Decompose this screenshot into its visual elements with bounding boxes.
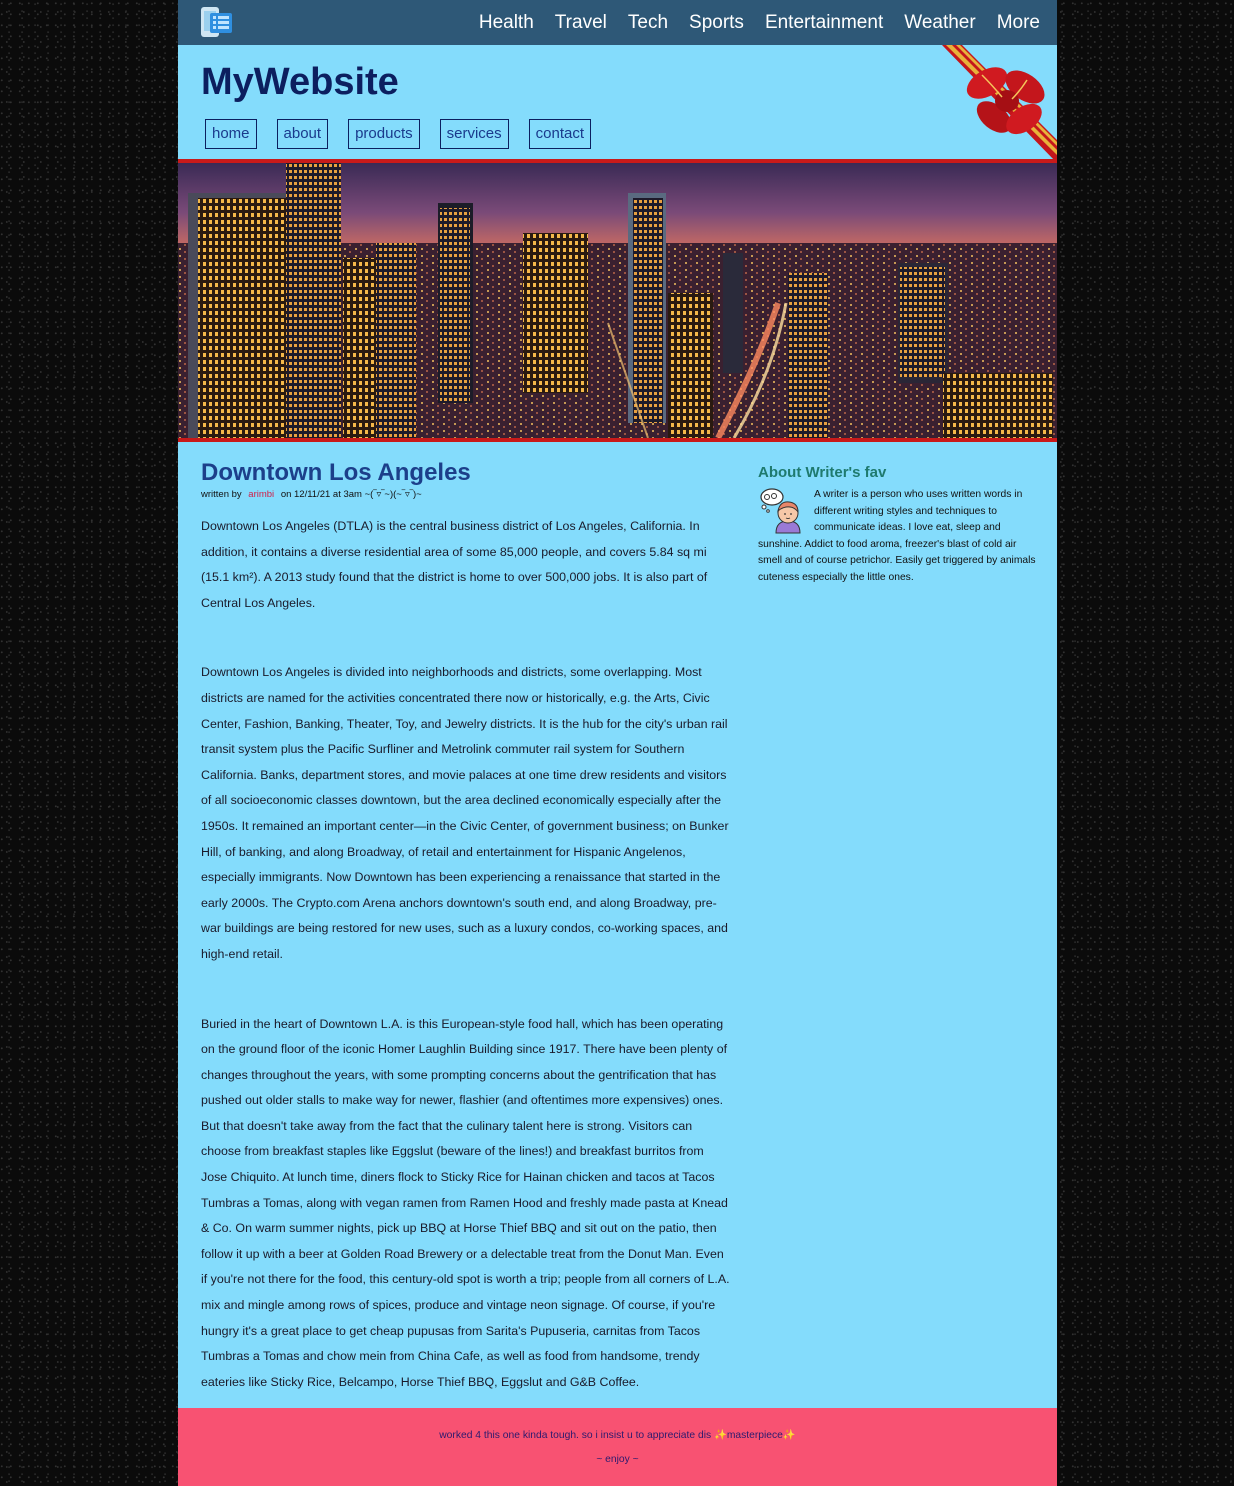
phone-list-logo-icon[interactable] bbox=[200, 5, 234, 39]
article-paragraph: Buried in the heart of Downtown L.A. is … bbox=[201, 1016, 730, 1389]
article-title: Downtown Los Angeles bbox=[201, 459, 471, 486]
top-bar: Health Travel Tech Sports Entertainment … bbox=[178, 0, 1057, 45]
topnav-sports[interactable]: Sports bbox=[689, 12, 744, 34]
article: Downtown Los Angeles written by arimbi o… bbox=[201, 459, 731, 1395]
site-header: MyWebsite home about products services c… bbox=[178, 45, 1057, 163]
page: Health Travel Tech Sports Entertainment … bbox=[178, 0, 1057, 1486]
sidebar: About Writer's fav A writer is a person … bbox=[758, 464, 1036, 586]
topnav-travel[interactable]: Travel bbox=[555, 12, 607, 34]
gift-bow-ribbon-icon bbox=[942, 45, 1057, 163]
nav-contact[interactable]: contact bbox=[528, 119, 592, 149]
article-paragraph: Downtown Los Angeles is divided into nei… bbox=[201, 665, 729, 961]
author-link[interactable]: arimbi bbox=[248, 489, 274, 500]
topnav-health[interactable]: Health bbox=[479, 12, 534, 34]
sidebar-heading: About Writer's fav bbox=[758, 464, 887, 481]
byline-date: on 12/11/21 at 3am ~(‾▿‾~)(~‾▿‾)~ bbox=[280, 489, 422, 500]
nav-about[interactable]: about bbox=[276, 119, 329, 149]
footer-enjoy: ~ enjoy ~ bbox=[596, 1454, 639, 1465]
topnav-entertainment[interactable]: Entertainment bbox=[765, 12, 883, 34]
nav-services[interactable]: services bbox=[439, 119, 509, 149]
main-nav: home about products services contact bbox=[205, 119, 611, 149]
city-skyline-image bbox=[178, 163, 1057, 438]
topnav-tech[interactable]: Tech bbox=[628, 12, 668, 34]
article-paragraph: Downtown Los Angeles (DTLA) is the centr… bbox=[201, 519, 708, 610]
footer-message: worked 4 this one kinda tough. so i insi… bbox=[439, 1430, 796, 1441]
byline-prefix: written by bbox=[201, 489, 242, 500]
byline: written by arimbi on 12/11/21 at 3am ~(‾… bbox=[201, 489, 731, 500]
top-nav: Health Travel Tech Sports Entertainment … bbox=[479, 0, 1057, 45]
hero-image bbox=[178, 159, 1057, 442]
nav-products[interactable]: products bbox=[348, 119, 420, 149]
thinking-girl-icon bbox=[760, 488, 801, 534]
topnav-weather[interactable]: Weather bbox=[904, 12, 975, 34]
writer-bio: A writer is a person who uses written wo… bbox=[758, 487, 1036, 586]
nav-home[interactable]: home bbox=[205, 119, 257, 149]
topnav-more[interactable]: More bbox=[997, 12, 1040, 34]
site-title[interactable]: MyWebsite bbox=[201, 61, 399, 104]
footer: worked 4 this one kinda tough. so i insi… bbox=[178, 1408, 1057, 1486]
